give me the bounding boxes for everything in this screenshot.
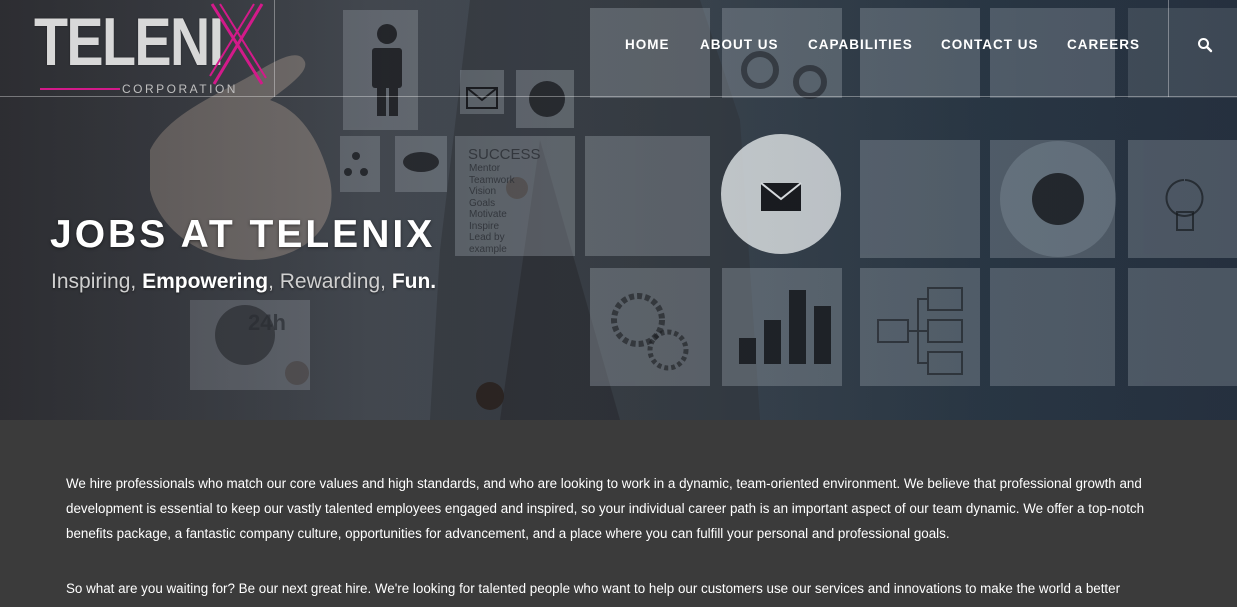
subtitle-word: Inspiring, [51, 270, 137, 293]
nav-item-home[interactable]: HOME [625, 37, 670, 52]
success-tile-heading: SUCCESS [468, 146, 541, 163]
page-title: JOBS AT TELENIX [50, 213, 436, 256]
subtitle-word-bold: Fun. [391, 270, 437, 293]
success-tile-item: Motivate [469, 209, 507, 220]
nav-item-about-us[interactable]: ABOUT US [700, 37, 779, 52]
success-tile-item: Mentor [469, 163, 501, 174]
clock-24h-label: 24h [248, 310, 286, 335]
success-tile-item: Vision [469, 186, 497, 197]
logo-tagline: CORPORATION [122, 82, 238, 96]
success-tile-item: Goals [469, 197, 496, 209]
careers-content: We hire professionals who match our core… [0, 420, 1237, 607]
page-subtitle: Inspiring, Empowering, Rewarding, Fun. [51, 270, 436, 294]
success-tile-item: Lead by [469, 232, 505, 243]
nav-item-contact-us[interactable]: CONTACT US [941, 37, 1039, 52]
success-tile: SUCCESS Mentor Teamwork Vision Goals Mot… [468, 146, 541, 255]
subtitle-word: , Rewarding, [268, 270, 386, 293]
call-to-action-paragraph: So what are you waiting for? Be our next… [66, 581, 1121, 596]
site-header: TELENI CORPORATION HOME ABOUT US CAPABIL… [0, 0, 1237, 97]
intro-paragraph: We hire professionals who match our core… [66, 476, 1145, 541]
success-tile-item: example [469, 243, 507, 255]
nav-divider [1168, 0, 1169, 97]
logo-accent-line [40, 88, 120, 90]
nav-item-capabilities[interactable]: CAPABILITIES [808, 37, 913, 52]
search-button[interactable] [1196, 36, 1214, 54]
subtitle-word-bold: Empowering [142, 270, 269, 293]
success-tile-item: Teamwork [469, 174, 515, 186]
search-icon [1198, 38, 1213, 53]
nav-item-careers[interactable]: CAREERS [1067, 37, 1140, 52]
success-tile-item: Inspire [469, 220, 500, 232]
hero-banner: SUCCESS Mentor Teamwork Vision Goals Mot… [0, 0, 1237, 420]
main-nav: HOME ABOUT US CAPABILITIES CONTACT US CA… [0, 37, 1237, 57]
